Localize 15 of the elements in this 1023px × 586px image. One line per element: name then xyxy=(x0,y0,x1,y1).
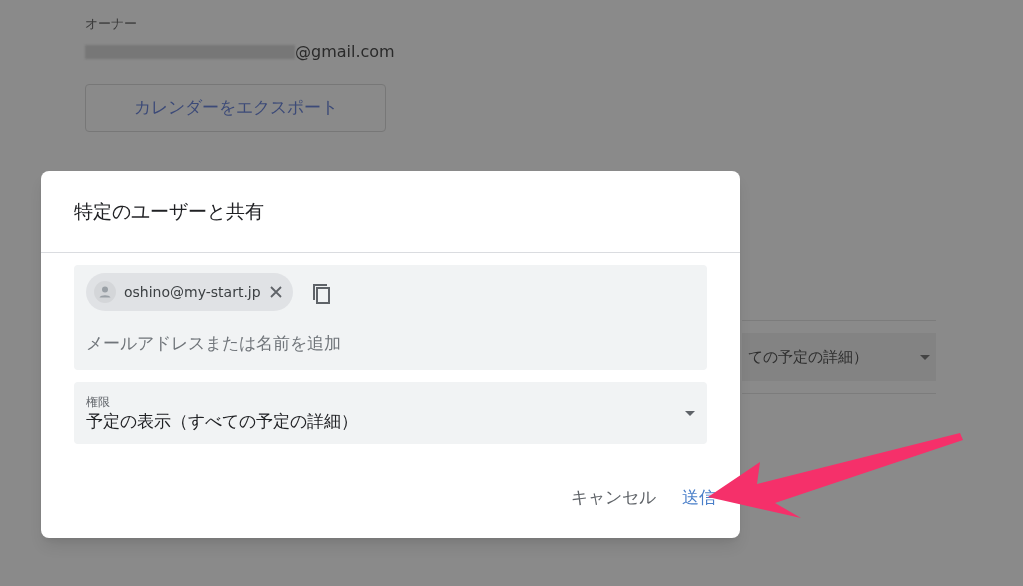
permission-dropdown[interactable]: 権限 予定の表示（すべての予定の詳細） xyxy=(74,382,707,444)
owner-email: @gmail.com xyxy=(295,40,395,63)
close-icon[interactable] xyxy=(268,285,283,299)
send-button[interactable]: 送信 xyxy=(674,480,724,516)
caret-icon xyxy=(920,354,930,360)
recipients-field[interactable]: oshino@my-start.jp メールアドレスまたは名前を追加 xyxy=(74,265,707,370)
recipient-chip[interactable]: oshino@my-start.jp xyxy=(86,273,293,311)
cancel-button[interactable]: キャンセル xyxy=(563,480,664,516)
owner-label: オーナー xyxy=(85,15,137,33)
dialog-title: 特定のユーザーと共有 xyxy=(74,199,264,225)
recipient-email: oshino@my-start.jp xyxy=(124,282,261,302)
add-recipient-input[interactable]: メールアドレスまたは名前を追加 xyxy=(86,331,486,357)
person-icon xyxy=(94,281,116,303)
permission-select[interactable]: ての予定の詳細） xyxy=(742,333,936,381)
caret-icon xyxy=(685,410,695,416)
